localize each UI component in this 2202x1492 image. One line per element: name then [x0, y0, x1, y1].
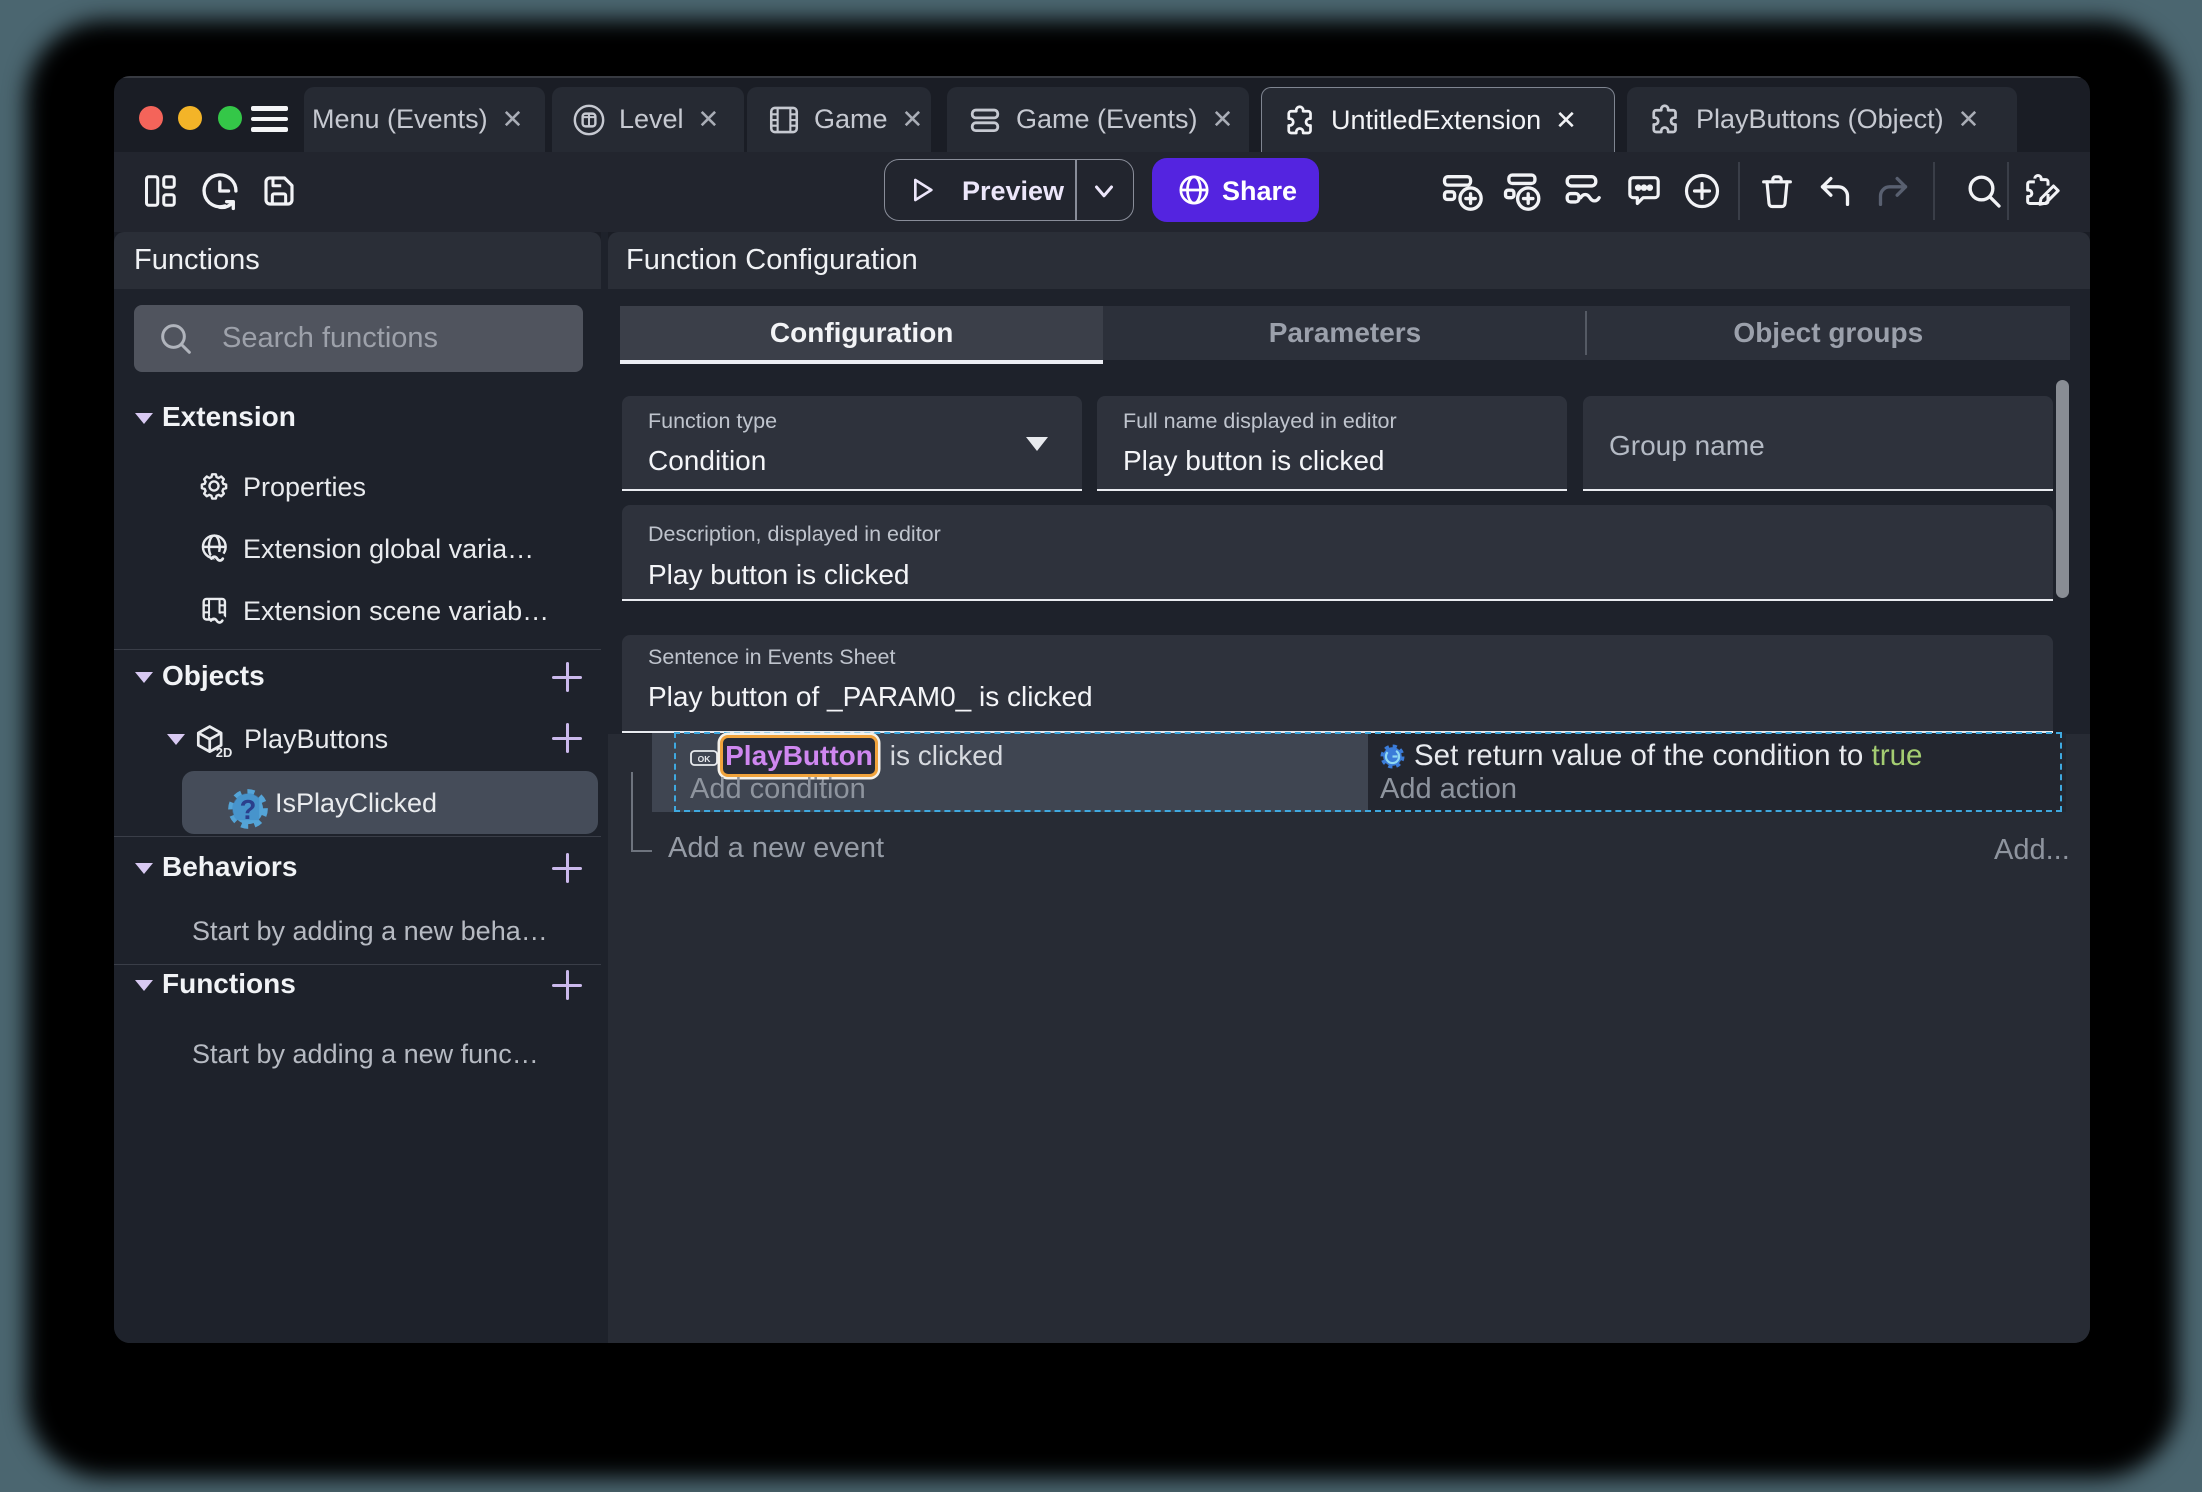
svg-text:OK: OK: [698, 754, 712, 764]
svg-text:?: ?: [240, 794, 257, 825]
svg-text:2D: 2D: [216, 745, 232, 760]
